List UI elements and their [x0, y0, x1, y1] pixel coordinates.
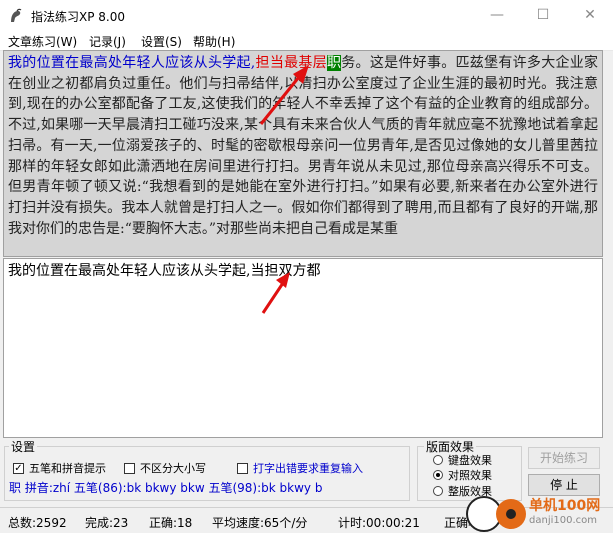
menu-article-practice[interactable]: 文章练习(W) [8, 33, 77, 50]
maximize-button[interactable]: ☐ [520, 0, 566, 31]
settings-legend: 设置 [9, 438, 38, 455]
stat-total: 总数:2592 [8, 516, 67, 530]
menu-records[interactable]: 记录(J) [89, 33, 126, 50]
case-insensitive-checkbox[interactable]: 不区分大小写 [124, 460, 206, 476]
typed-input-text: 我的位置在最高处年轻人应该从头学起,当担双方都 [8, 263, 321, 279]
checkmark-icon: ✓ [13, 462, 24, 474]
radio-compare-effect[interactable]: 对照效果 [433, 467, 492, 483]
watermark-name: 单机100网 [529, 498, 601, 514]
window-title: 指法练习XP 8.00 [31, 10, 125, 24]
annotation-arrow-icon [261, 272, 290, 314]
stat-correct: 正确:18 [149, 516, 193, 530]
menu-bar: 文章练习(W) 记录(J) 设置(S) 帮助(H) [0, 31, 613, 51]
menu-settings[interactable]: 设置(S) [141, 33, 182, 50]
radio-keyboard-effect[interactable]: 键盘效果 [433, 452, 492, 468]
minimize-button[interactable]: — [474, 0, 520, 31]
watermark-url: danji100.com [529, 515, 597, 526]
wubi-pinyin-hint-checkbox[interactable]: ✓ 五笔和拼音提示 [13, 460, 106, 476]
start-practice-button[interactable]: 开始练习 [528, 447, 600, 469]
case-insensitive-label: 不区分大小写 [140, 462, 206, 475]
stop-button[interactable]: 停 止 [528, 474, 600, 496]
retype-on-error-label: 打字出错要求重复输入 [253, 462, 363, 475]
radio-selected-icon [433, 470, 443, 480]
wubi-pinyin-hint-label: 五笔和拼音提示 [29, 462, 106, 475]
close-button[interactable]: ✕ [567, 0, 613, 31]
typed-correct-text: 我的位置在最高处年轻人应该从头学起, [8, 55, 256, 71]
typing-input-area[interactable]: 我的位置在最高处年轻人应该从头学起,当担双方都 [3, 258, 603, 438]
typing-hint-line: 职 拼音:zhí 五笔(86):bk bkwy bkw 五笔(98):bk bk… [9, 481, 323, 495]
menu-help[interactable]: 帮助(H) [193, 33, 235, 50]
stat-done: 完成:23 [85, 516, 129, 530]
current-char: 职 [326, 55, 342, 71]
stat-timer: 计时:00:00:21 [338, 516, 420, 530]
retype-on-error-checkbox[interactable]: 打字出错要求重复输入 [237, 460, 363, 476]
stat-speed: 平均速度:65个/分 [212, 516, 308, 530]
app-icon [11, 8, 22, 22]
title-bar: 指法练习XP 8.00 — ☐ ✕ [0, 0, 613, 31]
annotation-arrow-icon [259, 65, 309, 125]
